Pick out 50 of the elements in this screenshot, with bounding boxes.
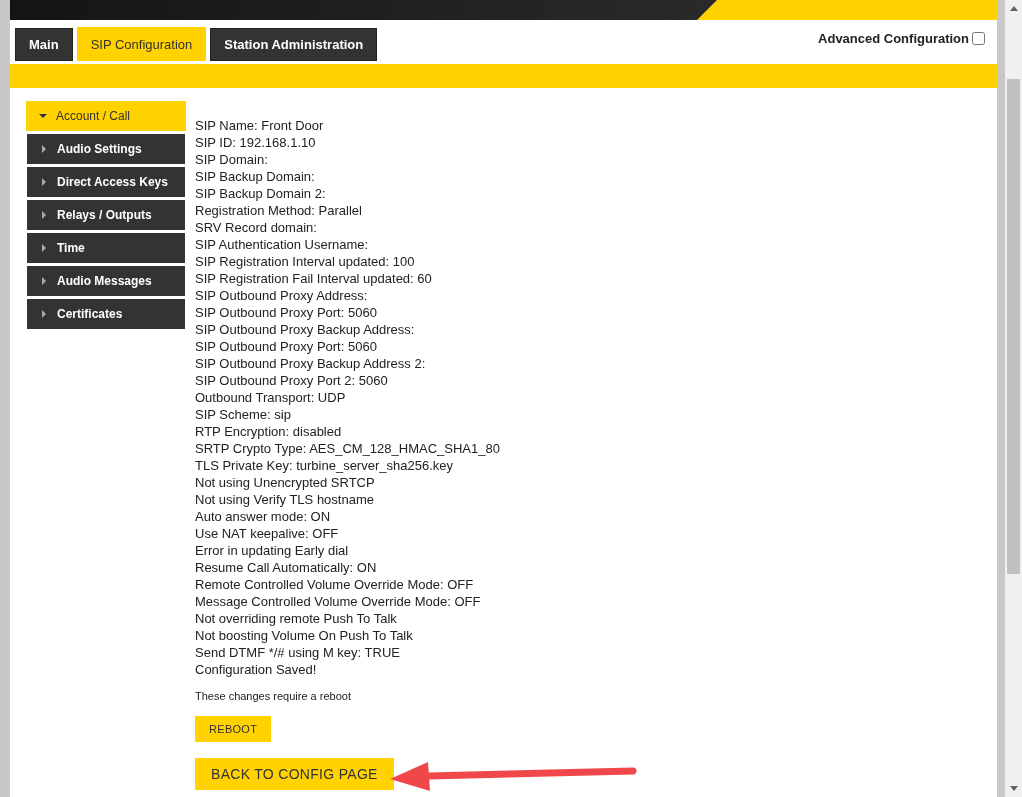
status-message: SIP Backup Domain 2: — [195, 185, 327, 202]
checkbox-label: Advanced Configuration — [818, 31, 969, 46]
reboot-notice: These changes require a reboot — [195, 689, 352, 703]
sidebar-item[interactable]: Time — [27, 233, 185, 263]
status-message: Remote Controlled Volume Override Mode: OFF — [195, 576, 475, 593]
status-message: SIP Outbound Proxy Port 2: 5060 — [195, 372, 389, 389]
sidebar-item[interactable]: Audio Messages — [27, 266, 185, 296]
status-message: Not boosting Volume On Push To Talk — [195, 627, 414, 644]
status-message: SIP Scheme: sip — [195, 406, 292, 423]
sidebar-item[interactable]: Audio Settings — [27, 134, 185, 164]
scroll-up-icon[interactable] — [1009, 6, 1018, 11]
status-message: Resume Call Automatically: ON — [195, 559, 378, 576]
status-message: Use NAT keepalive: OFF — [195, 525, 340, 542]
status-message: Configuration Saved! — [195, 661, 318, 678]
status-message: SIP Registration Interval updated: 100 — [195, 253, 416, 270]
status-message: SIP Domain: — [195, 151, 269, 168]
status-message: Send DTMF */# using M key: TRUE — [195, 644, 401, 661]
sidebar-item[interactable]: Relays / Outputs — [27, 200, 185, 230]
status-message: Not overriding remote Push To Talk — [195, 610, 398, 627]
sidebar-item[interactable]: Certificates — [27, 299, 185, 329]
sidebar-item[interactable]: Direct Access Keys — [27, 167, 185, 197]
status-message: SIP Name: Front Door — [195, 117, 325, 134]
status-message: Not using Unencrypted SRTCP — [195, 474, 376, 491]
nav-tab[interactable]: Station Administration — [210, 28, 378, 61]
status-message: SRTP Crypto Type: AES_CM_128_HMAC_SHA1_80 — [195, 440, 500, 457]
status-message: SIP Outbound Proxy Backup Address 2: — [195, 355, 427, 372]
status-message: SIP ID: 192.168.1.10 — [195, 134, 317, 151]
status-message: RTP Encryption: disabled — [195, 423, 343, 440]
nav-tab[interactable]: Main — [15, 28, 73, 61]
status-message: SIP Outbound Proxy Port: 5060 — [195, 338, 378, 355]
status-message: SIP Backup Domain: — [195, 168, 316, 185]
nav-tab[interactable]: SIP Configuration — [76, 27, 207, 61]
status-message: Message Controlled Volume Override Mode: OFF — [195, 593, 482, 610]
status-message: Error in updating Early dial — [195, 542, 350, 559]
status-message: SIP Outbound Proxy Port: 5060 — [195, 304, 378, 321]
status-message: SIP Outbound Proxy Address: — [195, 287, 369, 304]
scroll-down-icon[interactable] — [1009, 786, 1018, 791]
reboot-button[interactable]: REBOOT — [195, 716, 272, 742]
status-message: SIP Registration Fail Interval updated: 60 — [195, 270, 433, 287]
status-message: Auto answer mode: ON — [195, 508, 332, 525]
status-message: Outbound Transport: UDP — [195, 389, 347, 406]
status-message: TLS Private Key: turbine_server_sha256.key — [195, 457, 454, 474]
status-message: SIP Authentication Username: — [195, 236, 370, 253]
status-message: SRV Record domain: — [195, 219, 318, 236]
sidebar-item[interactable]: Account / Call — [26, 101, 186, 131]
checkbox[interactable] — [972, 32, 985, 45]
status-message: SIP Outbound Proxy Backup Address: — [195, 321, 416, 338]
status-message: Registration Method: Parallel — [195, 202, 363, 219]
status-message: Not using Verify TLS hostname — [195, 491, 375, 508]
back-button[interactable]: BACK TO CONFIG PAGE — [195, 758, 394, 790]
